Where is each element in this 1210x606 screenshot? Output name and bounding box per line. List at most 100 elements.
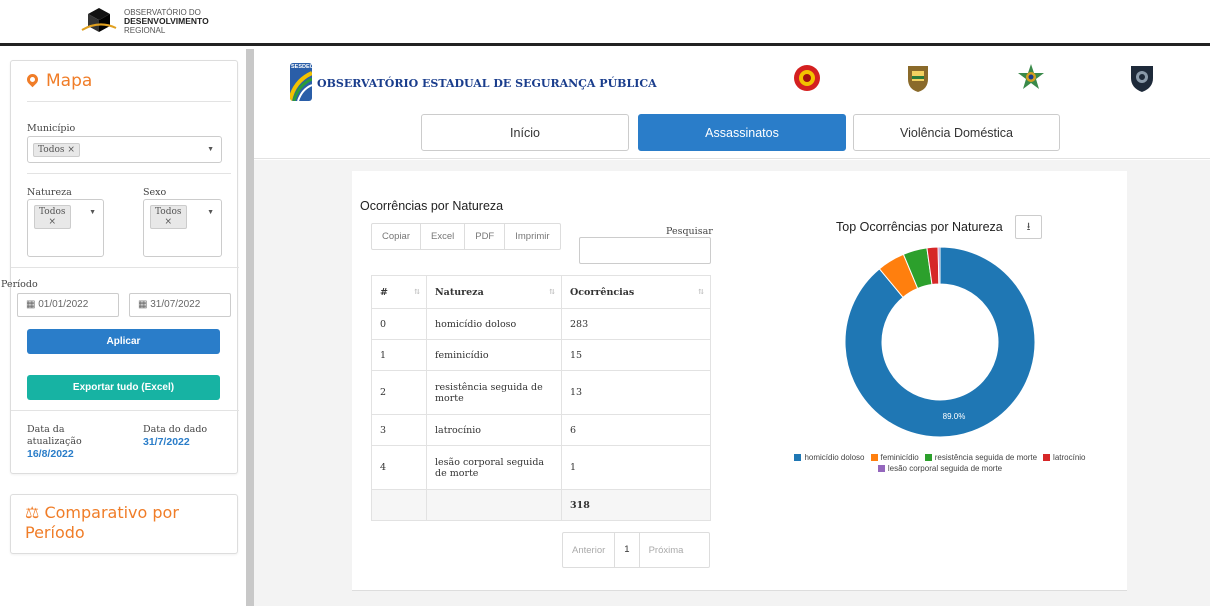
legend-item[interactable]: latrocínio [1043, 452, 1086, 463]
data-atualizacao-label-2: atualização [27, 436, 82, 447]
download-button[interactable]: ⭳ [1015, 215, 1042, 239]
data-atualizacao-label: Data da [27, 424, 65, 435]
table-row: 2 resistência seguida de morte 13 [371, 370, 711, 415]
cell-ocorrencias: 283 [561, 308, 711, 340]
legend-label: latrocínio [1053, 453, 1086, 462]
aplicar-button[interactable]: Aplicar [27, 329, 220, 354]
logo-line-3: REGIONAL [124, 25, 166, 35]
top-bar: OBSERVATÓRIO DO DESENVOLVIMENTO REGIONAL [0, 0, 1210, 46]
donut-slice-lesão-corporal-seguida-de-morte[interactable] [937, 246, 941, 285]
excel-button[interactable]: Excel [421, 224, 466, 249]
calendar-icon: ▦ [26, 299, 39, 310]
column-header-natureza[interactable]: Natureza ⇅ [426, 275, 562, 309]
table-row: 1 feminicídio 15 [371, 339, 711, 371]
print-button[interactable]: Imprimir [505, 224, 559, 249]
sexo-tag[interactable]: Todos × [150, 205, 187, 229]
remove-icon[interactable]: × [48, 217, 56, 227]
chevron-down-icon: ▼ [207, 209, 214, 216]
chart-title: Top Ocorrências por Natureza [836, 220, 1003, 234]
legend-item[interactable]: lesão corporal seguida de morte [877, 463, 1003, 474]
logo-line-2: DESENVOLVIMENTO [124, 15, 209, 26]
table-section-title: Ocorrências por Natureza [360, 199, 504, 213]
emblem-red-icon [793, 63, 821, 93]
divider [27, 101, 231, 102]
date-start-input[interactable]: ▦ 01/01/2022 [17, 293, 119, 317]
date-end-value: 31/07/2022 [150, 299, 201, 310]
tab-assassinatos[interactable]: Assassinatos [638, 114, 846, 151]
legend-label: homicídio doloso [804, 453, 865, 462]
chevron-down-icon: ▼ [89, 209, 96, 216]
copy-button[interactable]: Copiar [372, 224, 421, 249]
pdf-button[interactable]: PDF [465, 224, 506, 249]
comparativo-card[interactable]: ⚖ Comparativo por Período [10, 494, 238, 554]
legend-item[interactable]: resistência seguida de morte [924, 452, 1037, 463]
chevron-down-icon: ▼ [207, 146, 214, 153]
natureza-select[interactable]: Todos × ▼ [27, 199, 104, 257]
search-input[interactable] [579, 237, 711, 264]
sidebar-separator[interactable] [246, 49, 254, 606]
divider [11, 267, 239, 268]
calendar-icon: ▦ [138, 299, 151, 310]
comparativo-title: ⚖ Comparativo por Período [25, 503, 179, 543]
donut-chart: 89.0% [844, 246, 1036, 438]
sexo-tag-text: Todos [155, 207, 182, 217]
cell-index: 1 [371, 339, 427, 371]
table-row: 0 homicídio doloso 283 [371, 308, 711, 340]
date-start-value: 01/01/2022 [38, 299, 89, 310]
column-header-index[interactable]: # ⇅ [371, 275, 427, 309]
sexo-select[interactable]: Todos × ▼ [143, 199, 222, 257]
download-icon: ⭳ [1026, 221, 1031, 233]
remove-icon[interactable]: × [164, 217, 172, 227]
map-pin-icon [24, 71, 41, 88]
column-header-natureza-label: Natureza [435, 286, 484, 298]
cell-natureza: lesão corporal seguida de morte [426, 445, 562, 490]
brand-logo[interactable]: OBSERVATÓRIO DO DESENVOLVIMENTO REGIONAL [80, 6, 209, 36]
comparativo-title-line2: Período [25, 523, 85, 542]
cell-natureza: latrocínio [426, 414, 562, 446]
cell-index: 3 [371, 414, 427, 446]
column-header-ocorrencias[interactable]: Ocorrências ⇅ [561, 275, 711, 309]
sort-icon: ⇅ [414, 287, 420, 296]
tab-inicio[interactable]: Início [421, 114, 629, 151]
cell-index: 0 [371, 308, 427, 340]
natureza-tag[interactable]: Todos × [34, 205, 71, 229]
natureza-label: Natureza [27, 187, 72, 198]
legend-swatch [794, 454, 802, 461]
cell-ocorrencias: 1 [561, 445, 711, 490]
next-page-button[interactable]: Próxima [640, 545, 693, 556]
sort-icon: ⇅ [698, 287, 704, 296]
comparativo-title-line1: Comparativo por [44, 503, 179, 522]
search-label: Pesquisar [666, 226, 713, 237]
municipio-label: Município [27, 123, 76, 134]
exportar-excel-button[interactable]: Exportar tudo (Excel) [27, 375, 220, 400]
page-1-button[interactable]: 1 [614, 533, 640, 567]
tab-violencia-domestica[interactable]: Violência Doméstica [853, 114, 1060, 151]
municipio-tag[interactable]: Todos × [33, 143, 80, 157]
ocorrencias-table: # ⇅ Natureza ⇅ Ocorrências ⇅ 0 homicídio do… [371, 275, 711, 521]
table-header-row: # ⇅ Natureza ⇅ Ocorrências ⇅ [371, 275, 711, 309]
sexo-label: Sexo [143, 187, 167, 198]
total-cell: 318 [561, 489, 711, 521]
logo-mark-icon [80, 6, 118, 36]
chart-legend: homicídio doloso feminicídio resistência s… [740, 452, 1140, 474]
data-atualizacao-value: 16/8/2022 [27, 448, 74, 460]
star-emblem-icon [1017, 63, 1045, 93]
sesdec-logo: SESDEC [290, 63, 312, 101]
data-dado-value: 31/7/2022 [143, 436, 190, 448]
natureza-tag-text: Todos [39, 207, 66, 217]
cell-ocorrencias: 15 [561, 339, 711, 371]
date-end-input[interactable]: ▦ 31/07/2022 [129, 293, 231, 317]
footer-cell-empty [371, 489, 427, 521]
cell-ocorrencias: 6 [561, 414, 711, 446]
sesdec-logo-text: SESDEC [291, 64, 312, 70]
municipio-select[interactable]: Todos × ▼ [27, 136, 222, 163]
column-header-ocorrencias-label: Ocorrências [570, 286, 635, 298]
previous-page-button[interactable]: Anterior [563, 545, 614, 556]
data-dado-label: Data do dado [143, 424, 208, 435]
legend-swatch [924, 454, 932, 461]
legend-item[interactable]: homicídio doloso [794, 452, 865, 463]
legend-label: lesão corporal seguida de morte [887, 464, 1003, 473]
divider [27, 173, 231, 174]
legend-swatch [877, 465, 885, 472]
legend-item[interactable]: feminicídio [870, 452, 919, 463]
